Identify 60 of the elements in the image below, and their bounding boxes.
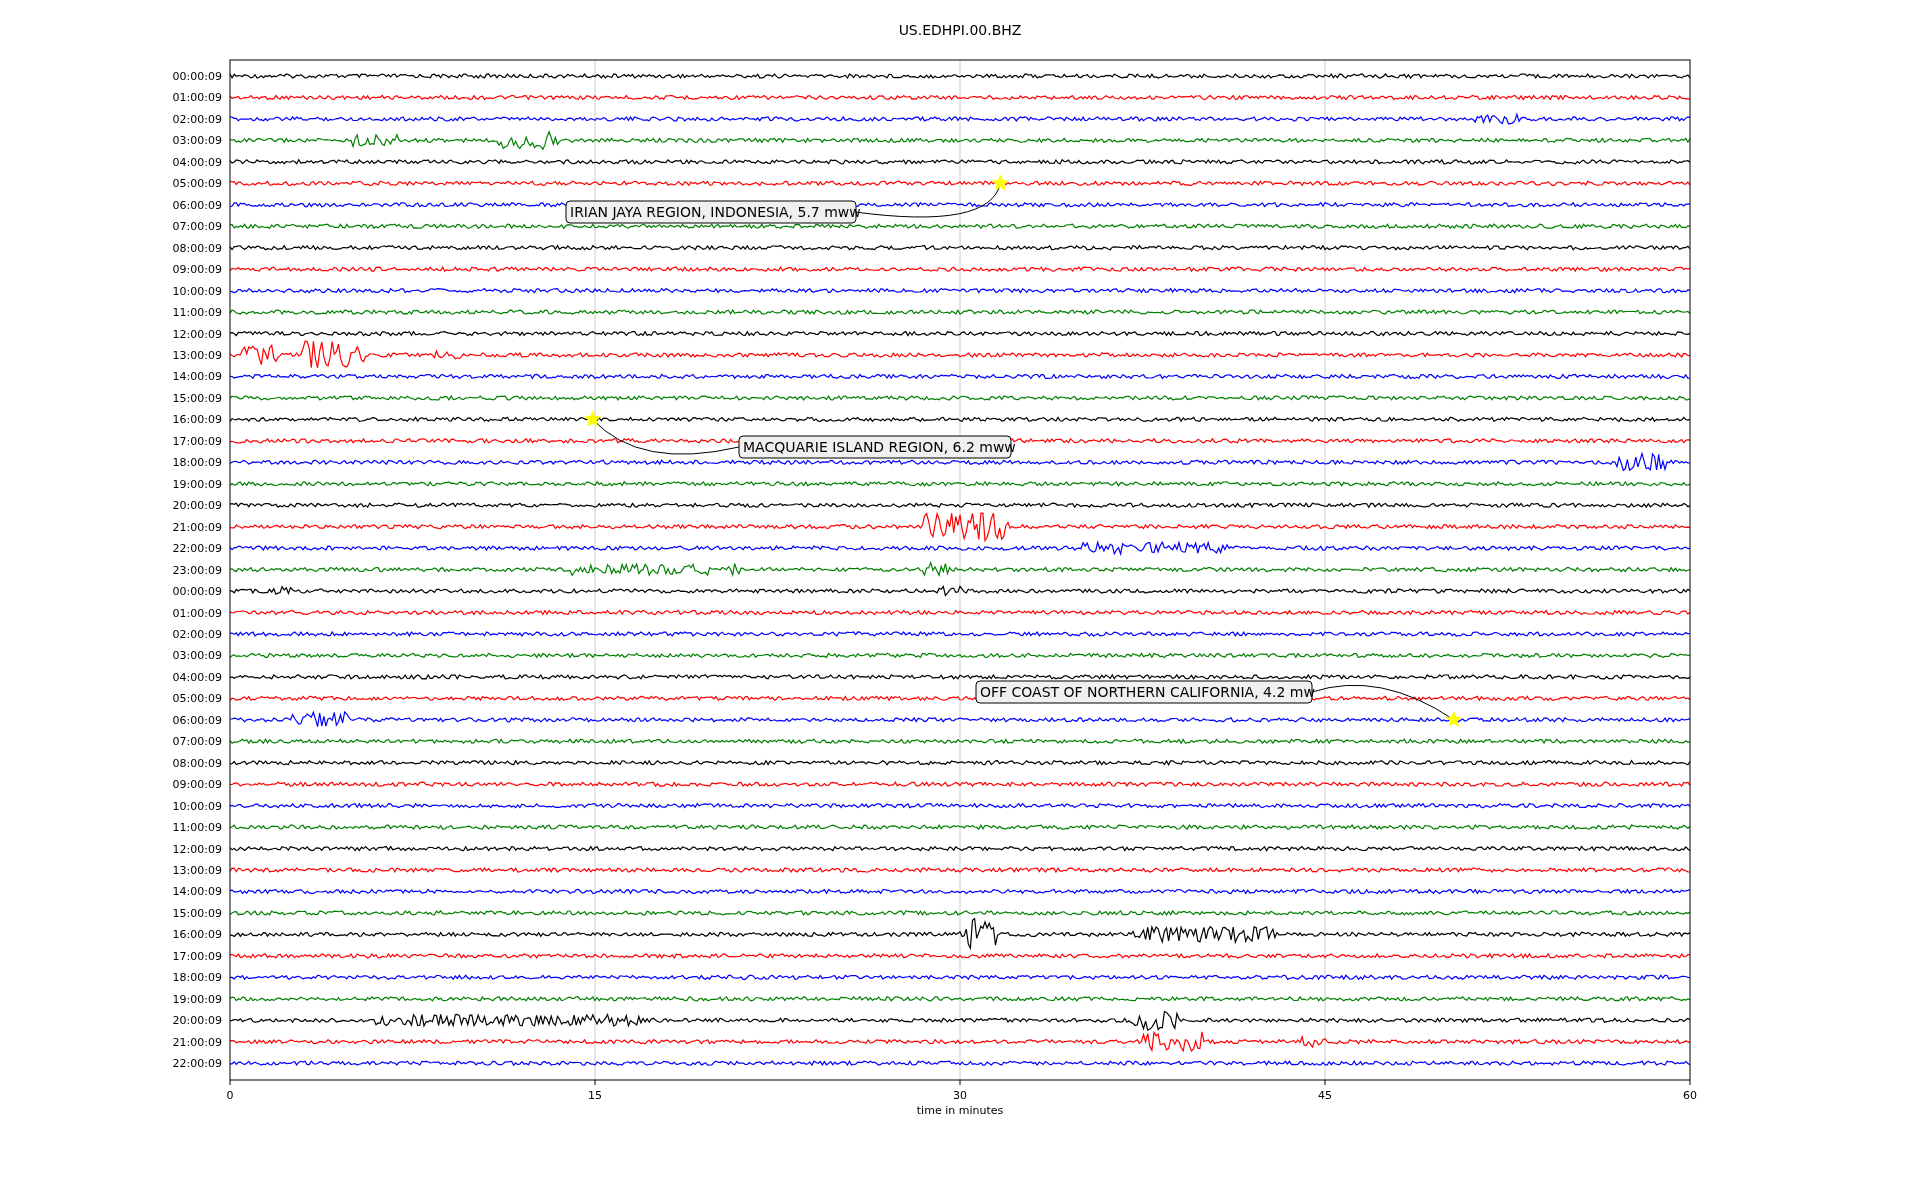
row-time-label: 06:00:09: [172, 198, 222, 212]
row-time-label: 03:00:09: [172, 649, 222, 663]
row-time-label: 11:00:09: [172, 821, 222, 835]
event-annotation: OFF COAST OF NORTHERN CALIFORNIA, 4.2 mw: [975, 680, 1315, 704]
star-icon: [991, 174, 1009, 191]
x-tick-label: 30: [953, 1089, 967, 1102]
event-annotation: MACQUARIE ISLAND REGION, 6.2 mww: [738, 435, 1016, 459]
plot-title: US.EDHPI.00.BHZ: [898, 22, 1022, 38]
row-time-label: 16:00:09: [172, 413, 222, 427]
row-time-label: 22:00:09: [172, 542, 222, 556]
row-time-label: 21:00:09: [172, 520, 222, 534]
row-time-label: 14:00:09: [172, 885, 222, 899]
row-time-label: 00:00:09: [172, 70, 222, 83]
row-time-label: 20:00:09: [172, 1014, 222, 1028]
row-time-label: 05:00:09: [172, 177, 222, 191]
x-tick-label: 0: [226, 1089, 234, 1102]
row-time-label: 02:00:09: [172, 627, 222, 641]
row-time-label: 16:00:09: [172, 928, 222, 942]
row-time-label: 11:00:09: [172, 306, 222, 320]
row-time-label: 17:00:09: [172, 434, 222, 448]
row-time-label: 14:00:09: [172, 370, 222, 384]
row-time-label: 17:00:09: [172, 949, 222, 963]
row-time-label: 08:00:09: [172, 241, 222, 255]
x-tick-label: 15: [588, 1089, 602, 1102]
row-time-label: 03:00:09: [172, 134, 222, 148]
row-time-label: 19:00:09: [172, 992, 222, 1006]
row-time-label: 19:00:09: [172, 477, 222, 491]
row-time-label: 20:00:09: [172, 499, 222, 513]
row-time-label: 13:00:09: [172, 864, 222, 877]
row-time-label: 10:00:09: [172, 799, 222, 813]
row-time-label: 05:00:09: [172, 692, 222, 706]
row-time-label: 07:00:09: [172, 735, 222, 749]
row-time-label: 15:00:09: [172, 906, 222, 920]
event-annotation: IRIAN JAYA REGION, INDONESIA, 5.7 mww: [565, 200, 861, 224]
row-time-label: 10:00:09: [172, 284, 222, 298]
row-time-label: 04:00:09: [172, 670, 222, 684]
row-time-label: 06:00:09: [172, 713, 222, 727]
row-time-label: 07:00:09: [172, 220, 222, 234]
row-time-label: 18:00:09: [172, 456, 222, 470]
star-icon: [584, 410, 602, 427]
row-time-label: 08:00:09: [172, 756, 222, 770]
row-time-label: 12:00:09: [172, 842, 222, 856]
row-time-label: 00:00:09: [172, 585, 222, 599]
x-tick-label: 60: [1683, 1089, 1697, 1102]
row-time-label: 13:00:09: [172, 349, 222, 362]
row-time-label: 12:00:09: [172, 327, 222, 341]
row-time-label: 18:00:09: [172, 971, 222, 985]
star-icon: [1445, 710, 1463, 728]
row-time-label: 15:00:09: [172, 391, 222, 405]
row-time-label: 01:00:09: [172, 606, 222, 620]
row-time-label: 09:00:09: [172, 778, 222, 792]
row-time-label: 01:00:09: [172, 91, 222, 105]
row-time-label: 04:00:09: [172, 155, 222, 169]
row-time-label: 09:00:09: [172, 263, 222, 277]
row-time-label: 02:00:09: [172, 112, 222, 126]
row-time-label: 21:00:09: [172, 1035, 222, 1049]
row-time-label: 22:00:09: [172, 1057, 222, 1071]
x-tick-label: 45: [1318, 1089, 1332, 1102]
row-time-label: 23:00:09: [172, 563, 222, 577]
x-axis-label: time in minutes: [916, 1104, 1004, 1117]
